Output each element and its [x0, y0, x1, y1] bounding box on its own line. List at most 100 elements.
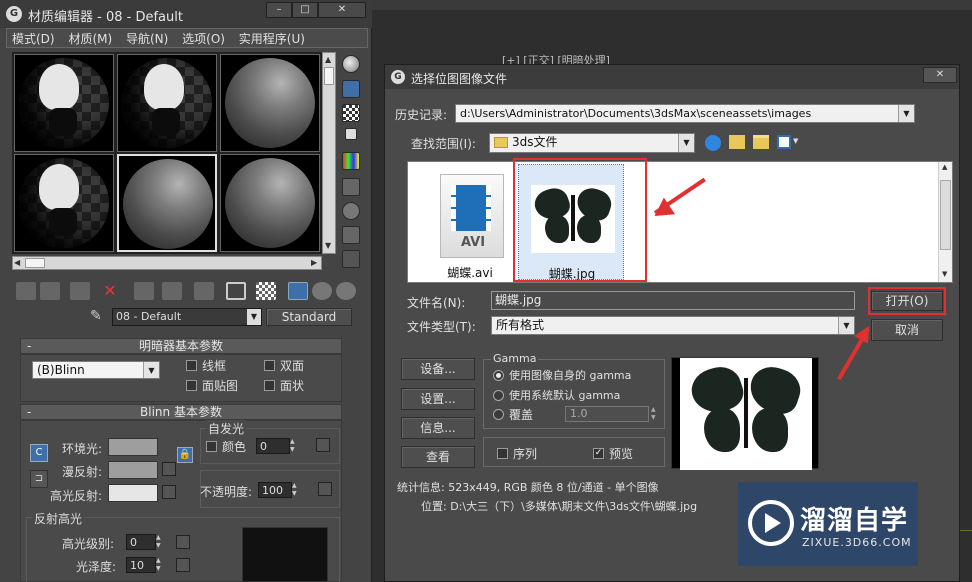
file-item-avi[interactable]: AVI 蝴蝶.avi — [428, 168, 512, 280]
uv-tiling-icon[interactable] — [345, 128, 357, 140]
scroll-down-arrow-icon[interactable]: ▼ — [942, 270, 947, 278]
menu-utilities[interactable]: 实用程序(U) — [234, 29, 310, 49]
filetype-dropdown[interactable]: 所有格式 ▼ — [491, 316, 855, 335]
gamma-override-radio[interactable] — [493, 409, 504, 420]
minimize-button[interactable]: – — [266, 2, 292, 18]
scroll-down-arrow-icon[interactable]: ▼ — [325, 241, 331, 250]
lock-icon[interactable]: 🔒 — [177, 447, 193, 463]
show-end-result-icon[interactable] — [288, 282, 308, 300]
file-list-scrollbar[interactable]: ▲ ▼ — [938, 162, 952, 282]
look-in-dropdown[interactable]: 3ds文件 ▼ — [489, 133, 695, 153]
scroll-up-arrow-icon[interactable]: ▲ — [942, 163, 947, 171]
preview-checkbox[interactable]: ✓ — [593, 448, 604, 459]
menu-navigation[interactable]: 导航(N) — [121, 29, 173, 49]
close-button[interactable]: ✕ — [318, 2, 366, 18]
select-by-material-icon[interactable] — [342, 226, 360, 244]
scroll-thumb[interactable] — [324, 67, 334, 85]
face-map-checkbox[interactable] — [186, 380, 197, 391]
wire-checkbox[interactable] — [186, 360, 197, 371]
options-icon[interactable] — [342, 202, 360, 220]
history-dropdown[interactable]: d:\Users\Administrator\Documents\3dsMax\… — [455, 104, 915, 123]
assign-to-selection-icon[interactable] — [70, 282, 90, 300]
new-folder-icon[interactable] — [753, 135, 769, 149]
setup-button[interactable]: 设备... — [401, 358, 475, 380]
info-button[interactable]: 信息... — [401, 417, 475, 439]
sample-slot-2[interactable] — [117, 54, 217, 152]
opacity-map-button[interactable] — [318, 482, 332, 496]
scroll-left-arrow-icon[interactable]: ◀ — [14, 258, 20, 267]
make-preview-icon[interactable] — [342, 178, 360, 196]
settings-button[interactable]: 设置... — [401, 388, 475, 410]
back-icon[interactable] — [705, 135, 721, 151]
menu-options[interactable]: 选项(O) — [177, 29, 230, 49]
gamma-use-image-radio[interactable] — [493, 370, 504, 381]
menu-material[interactable]: 材质(M) — [63, 29, 117, 49]
material-type-button[interactable]: Standard — [266, 308, 352, 326]
backlight-icon[interactable] — [342, 80, 360, 98]
menu-mode[interactable]: 模式(D) — [7, 29, 60, 49]
copy-material-icon[interactable] — [134, 282, 154, 300]
spinner-icon[interactable]: ▲ ▼ — [290, 438, 300, 454]
diffuse-specular-lock-button[interactable]: ⊐ — [30, 470, 48, 488]
filename-input[interactable]: 蝴蝶.jpg — [491, 291, 855, 310]
eyedropper-icon[interactable]: ✎ — [90, 308, 106, 324]
chevron-down-icon[interactable]: ▼ — [793, 137, 798, 145]
ambient-color-swatch[interactable] — [108, 438, 158, 456]
blinn-params-rollout-header[interactable]: - Blinn 基本参数 — [20, 404, 342, 420]
sample-slot-3[interactable] — [220, 54, 320, 152]
go-to-parent-icon[interactable] — [312, 282, 332, 300]
material-id-channel-icon[interactable] — [226, 282, 246, 300]
go-forward-sibling-icon[interactable] — [336, 282, 356, 300]
glossiness-field[interactable]: 10 — [126, 557, 156, 573]
get-material-icon[interactable] — [16, 282, 36, 300]
spinner-icon[interactable]: ▲ ▼ — [651, 406, 661, 422]
spinner-icon[interactable]: ▲ ▼ — [156, 534, 166, 550]
gamma-override-field[interactable]: 1.0 — [565, 406, 649, 422]
close-button[interactable]: ✕ — [923, 67, 957, 83]
slots-horizontal-scrollbar[interactable]: ◀ ▶ — [12, 256, 322, 270]
slots-vertical-scrollbar[interactable]: ▲ ▼ — [322, 52, 336, 254]
make-unique-icon[interactable] — [162, 282, 182, 300]
put-to-library-icon[interactable] — [194, 282, 214, 300]
ambient-diffuse-lock-button[interactable]: C — [30, 444, 48, 462]
maximize-button[interactable]: □ — [292, 2, 318, 18]
spec-level-map-button[interactable] — [176, 535, 190, 549]
cancel-button[interactable]: 取消 — [871, 319, 943, 341]
faceted-checkbox[interactable] — [264, 380, 275, 391]
specular-map-button[interactable] — [162, 485, 176, 499]
spinner-icon[interactable]: ▲ ▼ — [292, 482, 302, 498]
sample-slot-4[interactable] — [14, 154, 114, 252]
view-button[interactable]: 查看 — [401, 446, 475, 468]
spec-level-field[interactable]: 0 — [126, 534, 156, 550]
glossiness-map-button[interactable] — [176, 558, 190, 572]
sequence-checkbox[interactable] — [497, 448, 508, 459]
scroll-right-arrow-icon[interactable]: ▶ — [311, 258, 317, 267]
material-name-field[interactable]: 08 - Default ▼ — [112, 308, 262, 326]
diffuse-map-button[interactable] — [162, 462, 176, 476]
scroll-thumb[interactable] — [25, 258, 45, 268]
video-color-check-icon[interactable] — [342, 152, 360, 170]
specular-color-swatch[interactable] — [108, 484, 158, 502]
opacity-value-field[interactable]: 100 — [258, 482, 292, 498]
up-folder-icon[interactable] — [729, 135, 745, 149]
put-to-scene-icon[interactable] — [40, 282, 60, 300]
shader-params-rollout-header[interactable]: - 明暗器基本参数 — [20, 338, 342, 354]
self-illum-map-button[interactable] — [316, 438, 330, 452]
show-map-in-viewport-icon[interactable] — [256, 282, 276, 300]
material-navigator-icon[interactable] — [342, 250, 360, 268]
two-sided-checkbox[interactable] — [264, 360, 275, 371]
dialog-titlebar[interactable]: G 选择位图图像文件 ✕ — [385, 65, 959, 89]
scroll-up-arrow-icon[interactable]: ▲ — [325, 55, 331, 64]
diffuse-color-swatch[interactable] — [108, 461, 158, 479]
view-menu-icon[interactable] — [777, 135, 791, 149]
spinner-icon[interactable]: ▲ ▼ — [156, 557, 166, 573]
scroll-thumb[interactable] — [940, 180, 951, 250]
material-editor-titlebar[interactable]: G 材质编辑器 - 08 - Default – □ ✕ — [0, 0, 372, 28]
shader-type-dropdown[interactable]: (B)Blinn ▼ — [32, 361, 160, 379]
sample-slot-1[interactable] — [14, 54, 114, 152]
sample-type-icon[interactable] — [342, 55, 360, 73]
gamma-system-default-radio[interactable] — [493, 390, 504, 401]
self-illum-color-checkbox[interactable] — [206, 441, 217, 452]
self-illum-value-field[interactable]: 0 — [256, 438, 290, 454]
reset-map-icon[interactable]: ✕ — [100, 282, 120, 300]
